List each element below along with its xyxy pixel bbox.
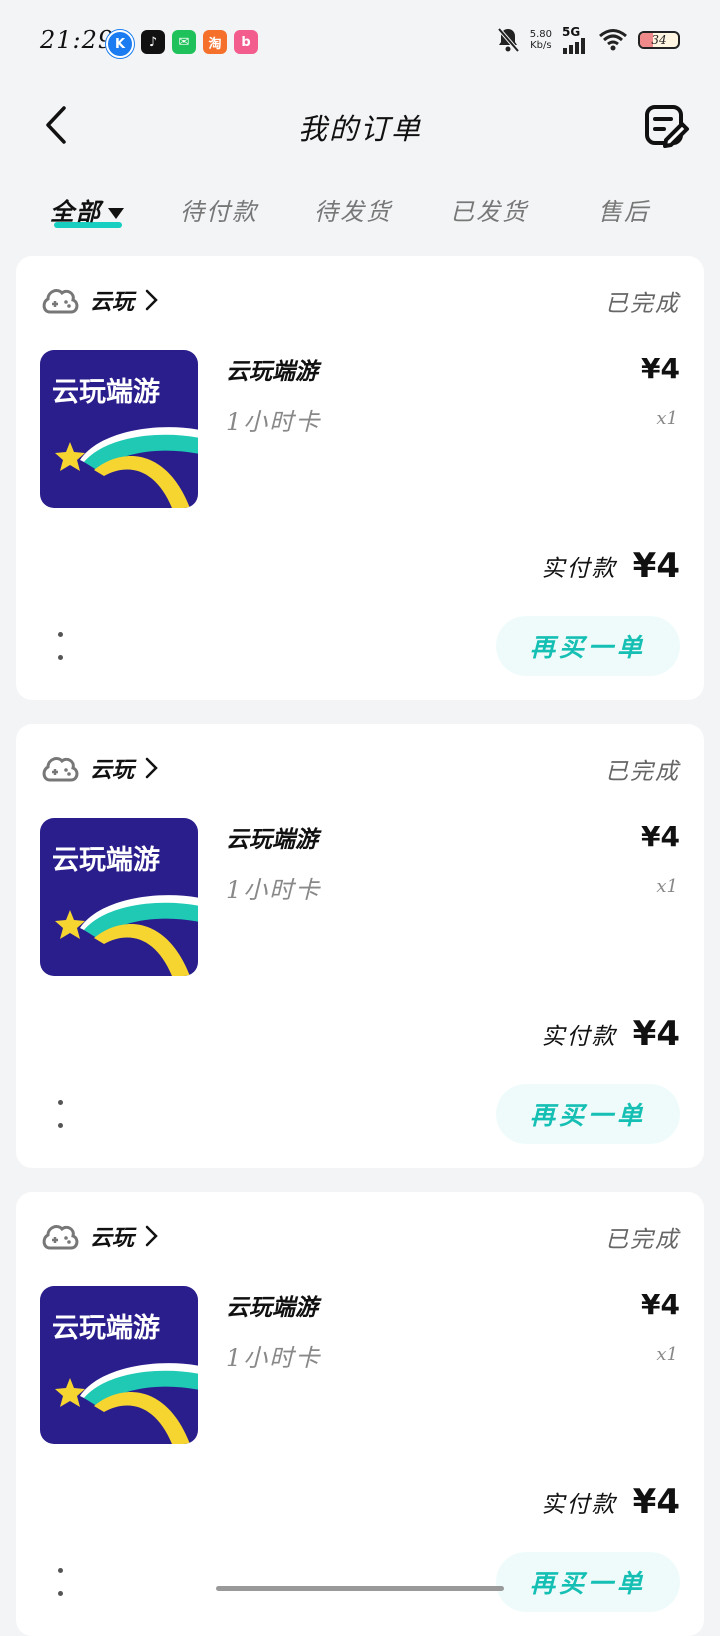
quantity: x1 (656, 1344, 678, 1365)
paid-amount: ¥4 (632, 546, 680, 586)
order-tabs: 全部 待付款 待发货 已发货 售后 (0, 186, 720, 246)
tiktok-icon: ♪ (141, 30, 165, 54)
more-options-button[interactable] (52, 1568, 68, 1596)
more-options-button[interactable] (52, 632, 68, 660)
status-right: 5.80 Kb/s 5G 34 (496, 26, 680, 54)
shop-link[interactable]: 云玩 (40, 752, 158, 784)
unit-price: ¥4 (641, 820, 680, 853)
more-dot (57, 632, 63, 637)
more-dot (57, 1123, 63, 1128)
shooting-star-graphic (55, 427, 198, 508)
quantity: x1 (656, 408, 678, 429)
chevron-right-icon (145, 757, 158, 779)
order-card[interactable]: 云玩 已完成 云玩端游 云玩端游 1小时卡 ¥4 x1 实付款 ¥4 再买一单 (16, 724, 704, 1168)
battery-indicator: 34 (638, 31, 680, 49)
game-controller-cloud-icon (42, 757, 79, 782)
buy-again-button[interactable]: 再买一单 (496, 1552, 680, 1612)
product-spec: 1小时卡 (226, 1344, 322, 1372)
tab-all-label: 全部 (50, 197, 102, 226)
more-dot (57, 655, 63, 660)
paid-row: 实付款 ¥4 (542, 1482, 680, 1522)
page-header: 我的订单 (0, 88, 720, 162)
chevron-right-icon (145, 289, 158, 311)
edit-orders-button[interactable] (642, 102, 690, 150)
shop-name: 云玩 (90, 289, 135, 315)
tab-after-sales[interactable]: 售后 (598, 192, 650, 227)
unit-price: ¥4 (641, 352, 680, 385)
tab-all[interactable]: 全部 (50, 192, 124, 227)
tab-shipped[interactable]: 已发货 (450, 192, 528, 227)
paid-label: 实付款 (541, 556, 617, 582)
tab-pending-shipment[interactable]: 待发货 (314, 192, 392, 227)
caret-down-icon (108, 208, 124, 219)
paid-row: 实付款 ¥4 (542, 1014, 680, 1054)
more-options-button[interactable] (52, 1100, 68, 1128)
tab-pending-payment[interactable]: 待付款 (180, 192, 258, 227)
taobao-icon: 淘 (203, 30, 227, 54)
shop-link[interactable]: 云玩 (40, 284, 158, 316)
wifi-icon (599, 29, 627, 51)
network-type: 5G (562, 25, 581, 39)
battery-level: 34 (651, 33, 667, 47)
k-app-icon: K (106, 30, 134, 58)
bilibili-icon: b (234, 30, 258, 54)
network-speed: 5.80 Kb/s (530, 29, 552, 51)
product-image[interactable]: 云玩端游 (40, 1286, 198, 1444)
quantity: x1 (656, 876, 678, 897)
order-card[interactable]: 云玩 已完成 云玩端游 云玩端游 1小时卡 ¥4 x1 实付款 ¥4 再买一单 (16, 256, 704, 700)
wechat-icon: ✉ (172, 30, 196, 54)
status-bar: 21:29 K ♪ ✉ 淘 b 5.80 Kb/s 5G 34 (0, 0, 720, 86)
order-status: 已完成 (605, 291, 680, 317)
shooting-star-graphic (55, 895, 198, 976)
net-speed-value: 5.80 (529, 29, 552, 40)
more-dot (57, 1568, 63, 1573)
product-image[interactable]: 云玩端游 (40, 818, 198, 976)
product-spec: 1小时卡 (226, 408, 322, 436)
home-indicator[interactable] (216, 1586, 504, 1591)
notification-app-icons: K ♪ ✉ 淘 b (106, 30, 258, 58)
shop-name: 云玩 (90, 757, 135, 783)
product-spec: 1小时卡 (226, 876, 322, 904)
game-controller-cloud-icon (42, 1225, 79, 1250)
net-speed-unit: Kb/s (530, 40, 552, 51)
paid-amount: ¥4 (632, 1482, 680, 1522)
unit-price: ¥4 (641, 1288, 680, 1321)
order-status: 已完成 (605, 1227, 680, 1253)
shop-link[interactable]: 云玩 (40, 1220, 158, 1252)
mute-bell-icon (497, 27, 520, 53)
paid-label: 实付款 (541, 1492, 617, 1518)
product-image[interactable]: 云玩端游 (40, 350, 198, 508)
more-dot (57, 1591, 63, 1596)
product-name[interactable]: 云玩端游 (226, 1288, 318, 1322)
paid-label: 实付款 (541, 1024, 617, 1050)
product-name[interactable]: 云玩端游 (226, 352, 318, 386)
paid-row: 实付款 ¥4 (542, 546, 680, 586)
more-dot (57, 1100, 63, 1105)
shooting-star-graphic (55, 1363, 198, 1444)
page-title: 我的订单 (297, 112, 422, 146)
order-status: 已完成 (605, 759, 680, 785)
product-name[interactable]: 云玩端游 (226, 820, 318, 854)
buy-again-button[interactable]: 再买一单 (496, 616, 680, 676)
shop-name: 云玩 (90, 1225, 135, 1251)
edit-note-icon (645, 105, 689, 148)
chevron-right-icon (145, 1225, 158, 1247)
status-time: 21:29 (40, 26, 115, 54)
signal-icon (563, 38, 585, 54)
buy-again-button[interactable]: 再买一单 (496, 1084, 680, 1144)
order-card[interactable]: 云玩 已完成 云玩端游 云玩端游 1小时卡 ¥4 x1 实付款 ¥4 再买一单 (16, 1192, 704, 1636)
paid-amount: ¥4 (632, 1014, 680, 1054)
game-controller-cloud-icon (42, 289, 79, 314)
